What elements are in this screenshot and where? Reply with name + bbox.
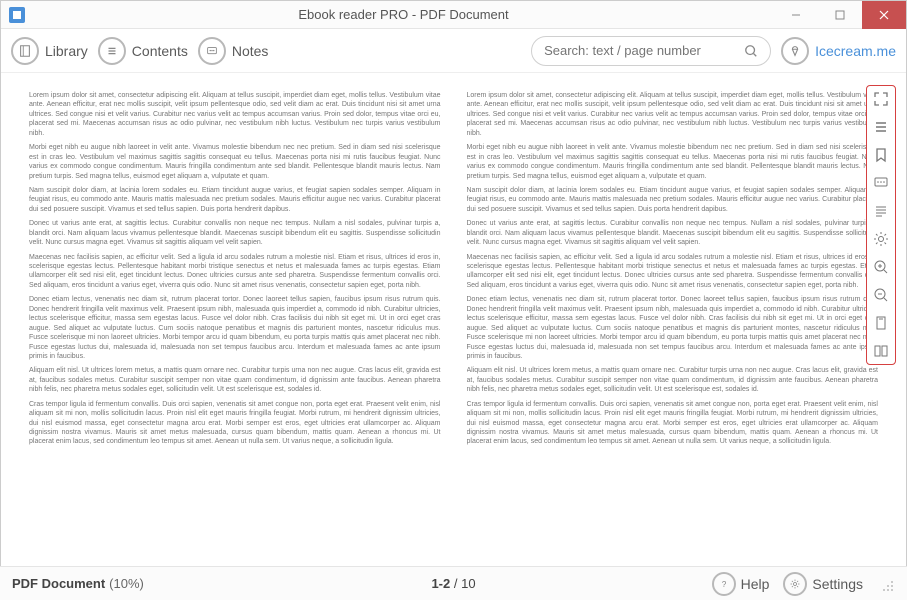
add-note-button[interactable] <box>872 174 890 192</box>
list-icon <box>98 37 126 65</box>
search-input[interactable] <box>544 43 744 58</box>
search-icon <box>744 44 758 58</box>
contents-side-button[interactable] <box>872 118 890 136</box>
search-box[interactable] <box>531 36 771 66</box>
resize-grip-icon[interactable] <box>881 577 895 591</box>
page-indicator[interactable]: 1-2 / 10 <box>431 576 475 591</box>
close-button[interactable] <box>862 1 906 29</box>
brightness-button[interactable] <box>872 230 890 248</box>
bookmark-button[interactable] <box>872 146 890 164</box>
app-icon <box>9 7 25 23</box>
zoom-level: (10%) <box>109 576 144 591</box>
help-icon: ? <box>712 572 736 596</box>
text-mode-button[interactable] <box>872 202 890 220</box>
statusbar: PDF Document (10%) 1-2 / 10 ? Help Setti… <box>0 566 907 600</box>
fit-page-button[interactable] <box>872 314 890 332</box>
settings-button[interactable]: Settings <box>783 572 863 596</box>
gear-icon <box>783 572 807 596</box>
window-title: Ebook reader PRO - PDF Document <box>33 7 774 22</box>
doc-name: PDF Document <box>12 576 105 591</box>
contents-button[interactable]: Contents <box>98 37 188 65</box>
library-button[interactable]: Library <box>11 37 88 65</box>
library-label: Library <box>45 43 88 59</box>
zoom-out-button[interactable] <box>872 286 890 304</box>
page-left[interactable]: Lorem ipsum dolor sit amet, consectetur … <box>29 91 441 549</box>
fullscreen-button[interactable] <box>872 90 890 108</box>
zoom-in-button[interactable] <box>872 258 890 276</box>
brand-link[interactable]: Icecream.me <box>781 37 896 65</box>
dual-page-button[interactable] <box>872 342 890 360</box>
book-icon <box>11 37 39 65</box>
toolbar: Library Contents Notes Icecream.me <box>1 29 906 73</box>
help-button[interactable]: ? Help <box>712 572 770 596</box>
notes-icon <box>198 37 226 65</box>
page-right[interactable]: Lorem ipsum dolor sit amet, consectetur … <box>467 91 879 549</box>
icecream-icon <box>781 37 809 65</box>
titlebar: Ebook reader PRO - PDF Document <box>1 1 906 29</box>
minimize-button[interactable] <box>774 1 818 29</box>
maximize-button[interactable] <box>818 1 862 29</box>
side-toolbar <box>866 85 896 365</box>
settings-label: Settings <box>812 576 863 592</box>
notes-button[interactable]: Notes <box>198 37 269 65</box>
help-label: Help <box>741 576 770 592</box>
notes-label: Notes <box>232 43 269 59</box>
svg-text:?: ? <box>721 580 726 589</box>
brand-label: Icecream.me <box>815 43 896 59</box>
viewer-area: Lorem ipsum dolor sit amet, consectetur … <box>1 73 906 567</box>
contents-label: Contents <box>132 43 188 59</box>
